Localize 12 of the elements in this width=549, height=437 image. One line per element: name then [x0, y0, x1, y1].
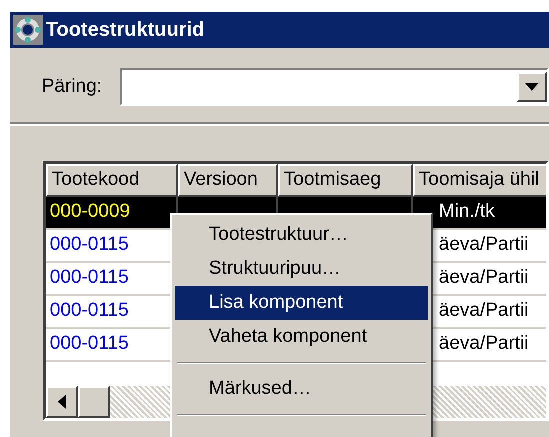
table-cell: 000-0115 — [50, 267, 129, 288]
table-cell: äeva/Partii — [439, 300, 529, 321]
window-title: Tootestruktuurid — [46, 18, 205, 42]
table-cell: 000-0115 — [50, 300, 129, 321]
query-label: Päring: — [42, 76, 104, 98]
table-cell: äeva/Partii — [439, 267, 529, 288]
table-cell: 000-0115 — [50, 234, 129, 255]
table-cell: Min./tk — [439, 201, 495, 222]
table-cell: 000-0009 — [50, 201, 130, 222]
table-cell: 000-0115 — [50, 333, 129, 354]
table-cell: äeva/Partii — [439, 234, 529, 255]
table-cell: äeva/Partii — [439, 333, 529, 354]
